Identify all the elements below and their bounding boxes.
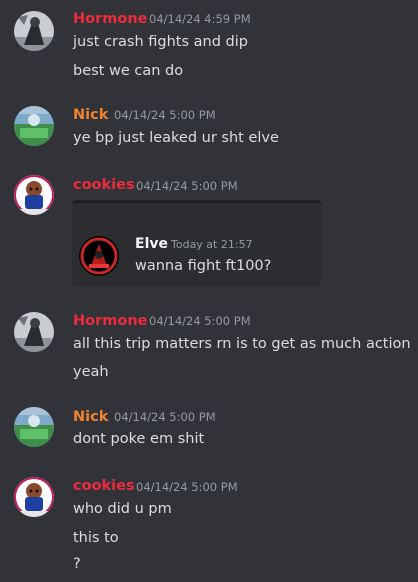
author-name[interactable]: cookies — [73, 477, 135, 495]
user-avatar-nick[interactable] — [14, 106, 54, 146]
message-embed[interactable]: Elve Today at 21:57 wanna fight ft100? — [72, 200, 321, 286]
author-name[interactable]: Hormone — [73, 312, 147, 330]
message-text: this to — [73, 530, 119, 546]
embed-author-name[interactable]: Elve — [135, 235, 168, 253]
message-timestamp: 04/14/24 5:00 PM — [114, 108, 216, 122]
user-avatar-cookies[interactable] — [14, 175, 54, 215]
message-timestamp: 04/14/24 5:00 PM — [136, 480, 238, 494]
message-timestamp: 04/14/24 5:00 PM — [149, 314, 251, 328]
embed-avatar-elve[interactable] — [79, 236, 119, 276]
message-text: who did u pm — [73, 501, 172, 517]
message-timestamp: 04/14/24 4:59 PM — [149, 12, 251, 26]
message-text: just crash fights and dip — [73, 34, 248, 50]
message-text: dont poke em shit — [73, 431, 205, 447]
message-text: all this trip matters rn is to get as mu… — [73, 336, 411, 352]
message-text: best we can do — [73, 63, 184, 79]
message-text: yeah — [73, 364, 109, 380]
message-text: ? — [73, 556, 81, 572]
message-timestamp: 04/14/24 5:00 PM — [114, 410, 216, 424]
author-name[interactable]: Hormone — [73, 10, 147, 28]
author-name[interactable]: Nick — [73, 106, 108, 124]
user-avatar-cookies[interactable] — [14, 477, 54, 517]
embed-text: wanna fight ft100? — [135, 258, 272, 274]
message-timestamp: 04/14/24 5:00 PM — [136, 179, 238, 193]
user-avatar-hormone[interactable] — [14, 312, 54, 352]
embed-timestamp: Today at 21:57 — [171, 238, 253, 251]
message-text: ye bp just leaked ur sht elve — [73, 130, 279, 146]
user-avatar-nick[interactable] — [14, 407, 54, 447]
author-name[interactable]: cookies — [73, 176, 135, 194]
author-name[interactable]: Nick — [73, 408, 108, 426]
user-avatar-hormone[interactable] — [14, 11, 54, 51]
